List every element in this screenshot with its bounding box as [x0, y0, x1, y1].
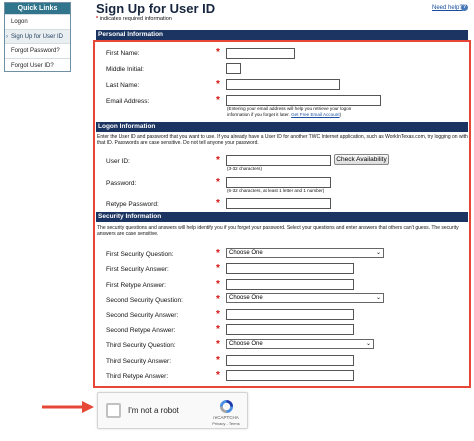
recaptcha-label: I'm not a robot: [128, 406, 179, 415]
r3-label: Third Retype Answer:: [106, 373, 169, 380]
required-star-icon: *: [216, 309, 220, 320]
user-id-label: User ID:: [106, 158, 130, 165]
email-label: Email Address:: [106, 98, 150, 105]
q2-label: Second Security Question:: [106, 297, 183, 304]
email-input[interactable]: [226, 95, 381, 106]
recaptcha-logo-icon: [219, 399, 234, 414]
required-star-icon: *: [216, 198, 220, 209]
a3-input[interactable]: [226, 355, 354, 366]
email-hint: (Entering your email address will help y…: [227, 106, 397, 117]
password-label: Password:: [106, 180, 137, 187]
a1-input[interactable]: [226, 263, 354, 274]
required-star-icon: *: [216, 263, 220, 274]
recaptcha-links[interactable]: Privacy - Terms: [208, 421, 244, 426]
middle-initial-input[interactable]: [226, 63, 241, 74]
middle-initial-label: Middle Initial:: [106, 66, 144, 73]
email-hint-end: ): [339, 111, 342, 117]
recaptcha-brand: reCAPTCHA: [213, 415, 239, 420]
q3-select[interactable]: Choose One ⌄: [226, 339, 374, 349]
q3-label: Third Security Question:: [106, 342, 176, 349]
required-star-icon: *: [216, 47, 220, 58]
quick-link-logon[interactable]: Logon: [5, 14, 70, 29]
last-name-label: Last Name:: [106, 82, 140, 89]
security-info-header: Security Information: [96, 212, 468, 222]
recaptcha-checkbox[interactable]: [106, 403, 121, 418]
q1-label: First Security Question:: [106, 251, 174, 258]
password-input[interactable]: [226, 177, 331, 188]
check-availability-button[interactable]: Check Availability: [334, 154, 389, 165]
email-hint-line-2: information if you forget it later.: [227, 111, 290, 117]
required-star-icon: *: [216, 324, 220, 335]
required-star-icon: *: [216, 248, 220, 259]
retype-password-input[interactable]: [226, 198, 331, 209]
quick-links-title: Quick Links: [5, 3, 70, 14]
free-email-link[interactable]: Get Free Email Account: [291, 112, 340, 117]
help-icon[interactable]: ?: [461, 4, 468, 11]
red-arrow-icon: [42, 401, 94, 413]
recaptcha-widget: I'm not a robot reCAPTCHA Privacy - Term…: [97, 392, 248, 429]
logon-intro-text: Enter the User ID and password that you …: [97, 134, 468, 147]
required-star-icon: *: [216, 355, 220, 366]
first-name-input[interactable]: [226, 48, 295, 59]
chevron-down-icon: ⌄: [375, 250, 381, 256]
quick-link-forgot-password[interactable]: Forgot Password?: [5, 43, 70, 58]
required-star-icon: *: [216, 95, 220, 106]
chevron-down-icon: ⌄: [365, 341, 371, 347]
retype-password-label: Retype Password:: [106, 201, 159, 208]
required-star-icon: *: [216, 177, 220, 188]
personal-info-header: Personal Information: [96, 30, 468, 40]
page-title: Sign Up for User ID: [96, 1, 216, 16]
required-star-icon: *: [216, 279, 220, 290]
last-name-input[interactable]: [226, 79, 340, 90]
user-id-input[interactable]: [226, 155, 331, 166]
q2-select[interactable]: Choose One ⌄: [226, 293, 384, 303]
first-name-label: First Name:: [106, 50, 140, 57]
required-star-icon: *: [216, 294, 220, 305]
quick-link-sign-up[interactable]: Sign Up for User ID: [5, 28, 70, 43]
required-note-text: indicates required information: [99, 16, 172, 22]
q2-select-value: Choose One: [229, 295, 263, 301]
required-star-icon: *: [216, 339, 220, 350]
user-id-hint: (3-32 characters): [227, 166, 262, 171]
quick-link-forgot-user-id[interactable]: Forgot User ID?: [5, 57, 70, 73]
required-note: * indicates required information: [96, 16, 172, 22]
quick-links-panel: Quick Links Logon Sign Up for User ID Fo…: [4, 2, 71, 72]
a3-label: Third Security Answer:: [106, 358, 172, 365]
chevron-down-icon: ⌄: [375, 295, 381, 301]
r2-input[interactable]: [226, 324, 354, 335]
q3-select-value: Choose One: [229, 341, 263, 347]
r1-label: First Retype Answer:: [106, 282, 166, 289]
required-star-icon: *: [216, 370, 220, 381]
q1-select-value: Choose One: [229, 250, 263, 256]
logon-info-header: Logon Information: [96, 122, 468, 132]
password-hint: (6-32 characters, at least 1 letter and …: [227, 188, 325, 193]
a1-label: First Security Answer:: [106, 266, 169, 273]
q1-select[interactable]: Choose One ⌄: [226, 248, 384, 258]
required-star-icon: *: [216, 155, 220, 166]
r2-label: Second Retype Answer:: [106, 327, 176, 334]
security-intro-text: The security questions and answers will …: [97, 225, 459, 238]
required-star-icon: *: [96, 16, 99, 22]
need-help-link[interactable]: Need help?: [432, 5, 463, 11]
a2-input[interactable]: [226, 309, 354, 320]
r1-input[interactable]: [226, 279, 354, 290]
r3-input[interactable]: [226, 370, 354, 381]
required-star-icon: *: [216, 79, 220, 90]
a2-label: Second Security Answer:: [106, 312, 179, 319]
